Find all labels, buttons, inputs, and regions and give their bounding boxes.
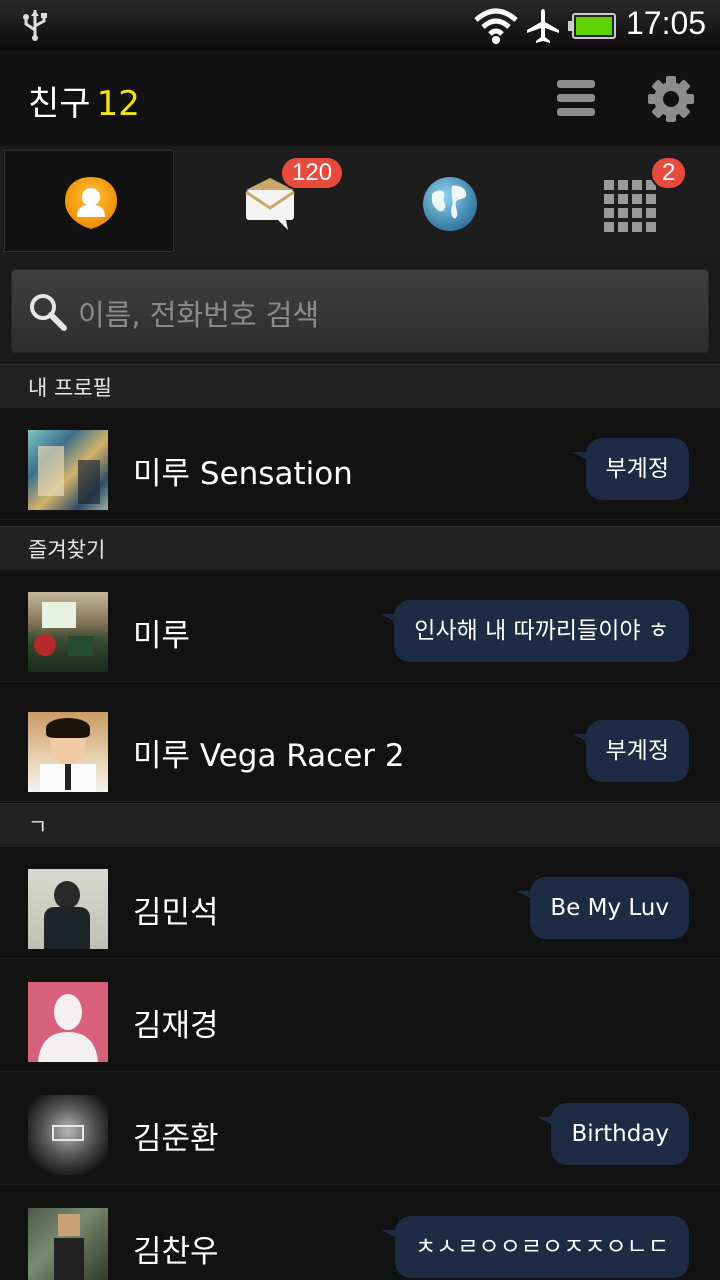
page-title: 친구 12 <box>28 76 140 125</box>
status-bar: 17:05 <box>0 0 720 50</box>
globe-icon <box>423 177 477 231</box>
chats-badge: 120 <box>280 156 345 190</box>
more-badge: 2 <box>650 156 688 190</box>
avatar <box>28 1095 108 1175</box>
list-item[interactable]: 김준환 Birthday <box>0 1073 720 1185</box>
list-item[interactable]: 미루 인사해 내 따까리들이야 ㅎ <box>0 570 720 682</box>
status-message: 인사해 내 따까리들이야 ㅎ <box>380 600 689 662</box>
contact-name: 미루 <box>133 618 191 654</box>
tab-bar: 120 2 <box>0 146 720 256</box>
section-label: 내 프로필 <box>28 376 112 400</box>
section-header-favorites: 즐겨찾기 <box>0 526 720 570</box>
list-item[interactable]: 미루 Vega Racer 2 부계정 <box>0 690 720 802</box>
tab-more[interactable]: 2 <box>544 150 714 252</box>
contact-name: 김민석 <box>133 895 219 931</box>
contact-name: 김준환 <box>133 1121 219 1157</box>
menu-button[interactable] <box>548 74 604 124</box>
section-label: 즐겨찾기 <box>28 538 106 562</box>
avatar <box>28 430 108 510</box>
contact-name: 미루 Vega Racer 2 <box>133 738 405 774</box>
contact-name: 미루 Sensation <box>133 456 353 492</box>
tab-friends[interactable] <box>4 150 174 252</box>
list-item[interactable]: 김민석 Be My Luv <box>0 847 720 959</box>
contact-name: 김찬우 <box>133 1234 219 1270</box>
app-header: 친구 12 <box>0 50 720 146</box>
status-message: 부계정 <box>571 720 689 782</box>
list-item[interactable]: 미루 Sensation 부계정 <box>0 408 720 520</box>
avatar <box>28 982 108 1062</box>
tab-discover[interactable] <box>364 150 534 252</box>
search-placeholder: 이름, 전화번호 검색 <box>78 298 320 332</box>
search-icon <box>30 294 67 331</box>
contact-name: 김재경 <box>133 1008 219 1044</box>
battery-icon <box>568 13 616 39</box>
clock: 17:05 <box>626 5 707 41</box>
settings-button[interactable] <box>646 74 696 124</box>
default-avatar-icon <box>38 994 98 1062</box>
person-icon <box>65 177 117 229</box>
gear-icon <box>648 76 694 122</box>
section-header-my-profile: 내 프로필 <box>0 364 720 408</box>
tab-chats[interactable]: 120 <box>184 150 354 252</box>
avatar <box>28 712 108 792</box>
avatar <box>28 592 108 672</box>
grid-icon <box>604 180 656 232</box>
avatar <box>28 869 108 949</box>
section-header-giyeok: ㄱ <box>0 803 720 847</box>
avatar <box>28 1208 108 1280</box>
status-message: Birthday <box>537 1103 689 1165</box>
airplane-icon <box>527 9 559 43</box>
wifi-icon <box>474 8 518 44</box>
status-message: 부계정 <box>571 438 689 500</box>
usb-icon <box>23 10 47 41</box>
status-message: ㅊㅅㄹㅇㅇㄹㅇㅈㅈㅇㄴㄷ <box>381 1216 689 1278</box>
list-item[interactable]: 김재경 <box>0 960 720 1072</box>
search-bar: 이름, 전화번호 검색 <box>0 256 720 364</box>
friend-count: 12 <box>96 84 140 124</box>
section-label: ㄱ <box>28 815 48 839</box>
status-message: Be My Luv <box>516 877 689 939</box>
search-input[interactable]: 이름, 전화번호 검색 <box>11 269 709 353</box>
list-item[interactable]: 김찬우 ㅊㅅㄹㅇㅇㄹㅇㅈㅈㅇㄴㄷ <box>0 1186 720 1280</box>
title-label: 친구 <box>28 84 91 124</box>
